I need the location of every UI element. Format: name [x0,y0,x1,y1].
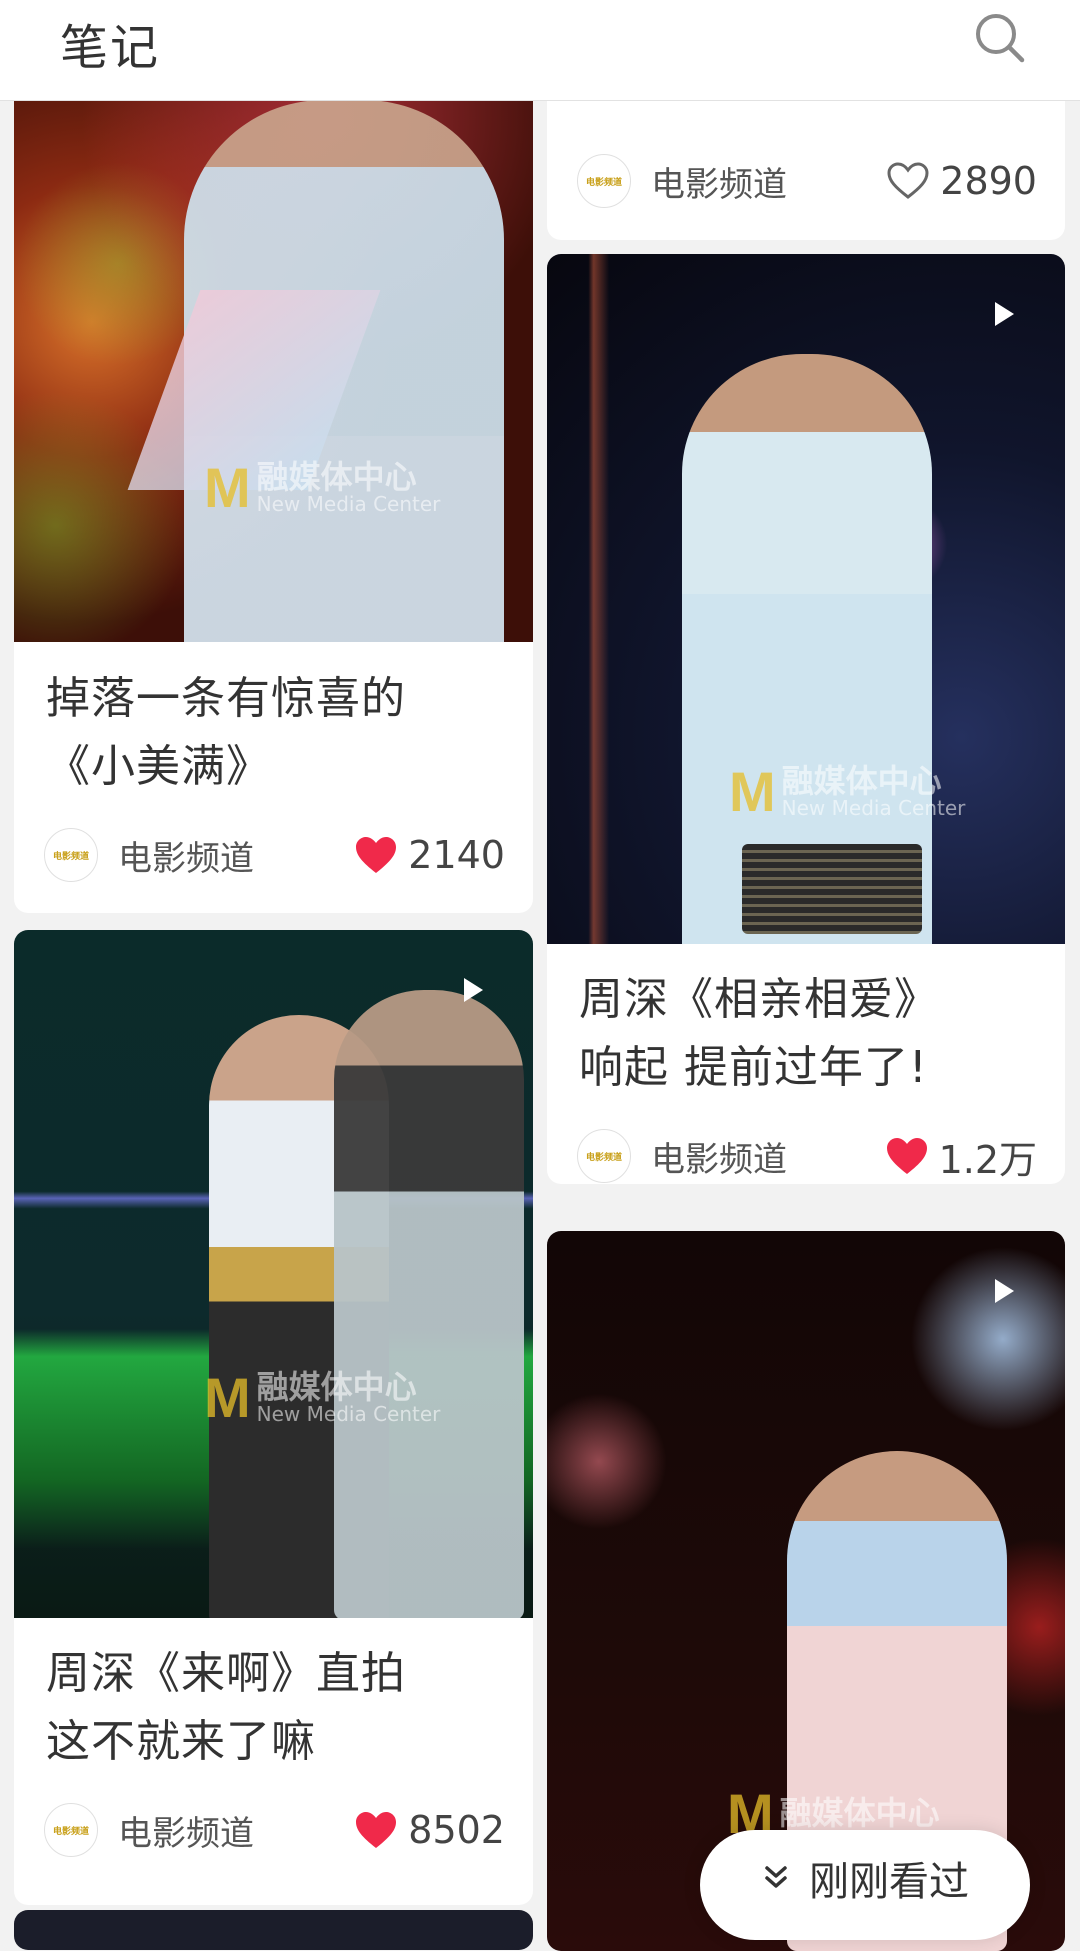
search-icon[interactable] [972,10,1028,66]
note-meta: 电影频道 电影频道 2140 [44,827,505,883]
watermark-text: 融媒体中心 [256,457,417,496]
video-play-icon [995,302,1014,326]
heart-filled-icon [356,837,397,873]
watermark-en: New Media Center [256,492,441,517]
video-play-icon [464,978,483,1002]
like-button[interactable]: 2890 [886,159,1037,203]
author-name[interactable]: 电影频道 [118,831,354,880]
heart-filled-icon [356,1812,397,1848]
note-title: 掉落一条有惊喜的 《小美满》 [46,673,406,792]
note-title: 周深《来啊》直拍 这不就来了嘛 [46,1648,406,1767]
like-button[interactable]: 1.2万 [885,1129,1037,1184]
avatar[interactable]: 电影频道 [44,1803,98,1857]
like-button[interactable]: 8502 [354,1808,505,1852]
like-count: 2890 [940,159,1037,203]
note-card[interactable]: M 融媒体中心 New Media Center 掉落一条有惊喜的 《小美满》 电… [14,60,533,913]
note-card[interactable]: M 融媒体中心 New Media Center 周深《来啊》直拍 这不就来了嘛 … [14,930,533,1905]
note-cover-image[interactable]: M 融媒体中心 New Media Center [14,60,533,642]
double-chevron-down-icon [765,1866,787,1888]
heart-filled-icon [886,1138,927,1174]
note-title: 周深《相亲相爱》 响起 提前过年了! [579,974,939,1093]
note-card[interactable]: M 融媒体中心 New Media Center 周深《相亲相爱》 响起 提前过年… [547,254,1065,1184]
note-meta: 电影频道 电影频道 2890 [577,153,1037,209]
top-bar: 笔记 [0,0,1080,101]
note-cover-image[interactable]: M 融媒体中心 New Media Center [547,254,1065,944]
author-name[interactable]: 电影频道 [118,1806,354,1855]
note-card[interactable] [14,1910,533,1950]
avatar[interactable]: 电影频道 [44,828,98,882]
note-meta: 电影频道 电影频道 8502 [44,1802,505,1858]
like-button[interactable]: 2140 [354,833,505,877]
like-count: 8502 [408,1808,505,1852]
avatar[interactable]: 电影频道 [577,1129,631,1183]
recently-viewed-button[interactable]: 刚刚看过 [700,1830,1030,1940]
author-name[interactable]: 电影频道 [651,157,886,206]
note-meta: 电影频道 电影频道 1.2万 [577,1128,1037,1184]
page-title: 笔记 [60,20,161,76]
like-count: 1.2万 [938,1137,1037,1182]
recently-viewed-label: 刚刚看过 [809,1859,969,1905]
video-play-icon [995,1279,1014,1303]
heart-outline-icon [887,162,929,199]
note-cover-image[interactable]: M 融媒体中心 New Media Center [14,930,533,1618]
author-name[interactable]: 电影频道 [651,1132,885,1181]
avatar[interactable]: 电影频道 [577,154,631,208]
like-count: 2140 [408,833,505,877]
